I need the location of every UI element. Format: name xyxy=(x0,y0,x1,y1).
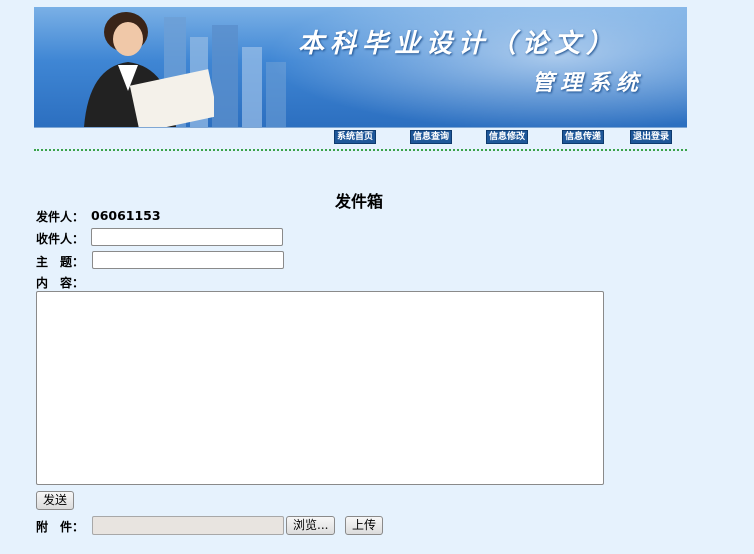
nav-item-edit[interactable]: 信息修改 xyxy=(486,130,529,144)
content-label: 内 容： xyxy=(36,276,85,290)
businesswoman-graphic xyxy=(84,12,214,127)
recipient-label: 收件人： xyxy=(36,232,85,246)
attachment-file-field[interactable] xyxy=(92,516,284,535)
sender-value: 06061153 xyxy=(91,208,161,223)
send-button[interactable]: 发送 xyxy=(36,491,75,510)
subject-input[interactable] xyxy=(92,251,284,269)
banner-subtitle: 管理系统 xyxy=(532,70,645,96)
top-nav: 系统首页 信息查询 信息修改 信息传递 退出登录 xyxy=(0,130,754,144)
recipient-input[interactable] xyxy=(91,228,283,246)
nav-item-message[interactable]: 信息传递 xyxy=(562,130,605,144)
content-textarea[interactable] xyxy=(36,291,604,485)
attachment-label: 附 件： xyxy=(36,520,85,534)
nav-item-logout[interactable]: 退出登录 xyxy=(630,130,673,144)
nav-item-home[interactable]: 系统首页 xyxy=(334,130,377,144)
banner-title: 本科毕业设计（论文） xyxy=(298,29,619,59)
header-banner: 本科毕业设计（论文） 管理系统 xyxy=(34,7,687,128)
subject-label: 主 题： xyxy=(36,255,85,269)
nav-divider xyxy=(34,149,687,151)
upload-button[interactable]: 上传 xyxy=(345,516,384,535)
nav-item-query[interactable]: 信息查询 xyxy=(410,130,453,144)
sender-label: 发件人： xyxy=(36,210,85,224)
browse-button[interactable]: 浏览... xyxy=(286,516,336,535)
